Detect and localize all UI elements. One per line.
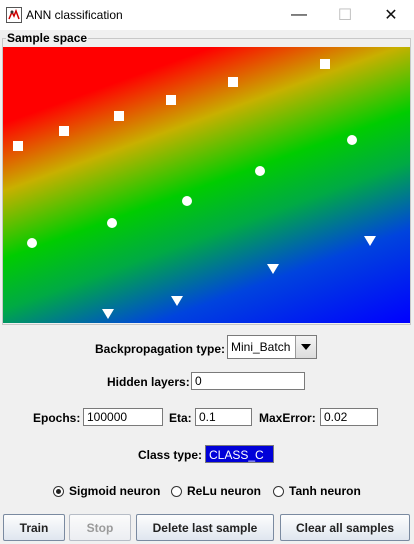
sample-square — [114, 111, 124, 121]
max-error-input[interactable]: 0.02 — [320, 408, 378, 426]
sample-triangle — [364, 236, 376, 246]
hidden-layers-input[interactable]: 0 — [191, 372, 305, 390]
sample-circle — [255, 166, 265, 176]
radio-relu[interactable]: ReLu neuron — [171, 484, 261, 498]
minimize-button[interactable]: — — [276, 0, 322, 30]
radio-sigmoid[interactable]: Sigmoid neuron — [53, 484, 160, 498]
radio-sigmoid-indicator[interactable] — [53, 485, 64, 497]
window-title: ANN classification — [26, 8, 123, 22]
train-button[interactable]: Train — [3, 514, 65, 541]
stop-button[interactable]: Stop — [69, 514, 131, 541]
sample-canvas[interactable] — [3, 47, 410, 323]
delete-last-sample-button[interactable]: Delete last sample — [136, 514, 274, 541]
sample-square — [228, 77, 238, 87]
radio-relu-indicator[interactable] — [171, 485, 182, 497]
sample-triangle — [102, 309, 114, 319]
eta-input[interactable]: 0.1 — [195, 408, 252, 426]
sample-square — [13, 141, 23, 151]
sample-circle — [27, 238, 37, 248]
sample-square — [320, 59, 330, 69]
minimize-icon: — — [291, 6, 307, 23]
class-type-field[interactable]: CLASS_C — [205, 445, 274, 463]
backprop-type-value: Mini_Batch — [231, 340, 291, 354]
maximize-button[interactable]: ☐ — [322, 0, 368, 30]
backprop-type-label: Backpropagation type: — [95, 342, 226, 356]
close-icon: ✕ — [384, 7, 398, 24]
chevron-down-icon[interactable] — [295, 336, 316, 358]
sample-circle — [347, 135, 357, 145]
sample-square — [166, 95, 176, 105]
sample-triangle — [171, 296, 183, 306]
sample-triangle — [267, 264, 279, 274]
sample-square — [59, 126, 69, 136]
app-icon — [6, 7, 22, 23]
sample-circle — [182, 196, 192, 206]
max-error-label: MaxError: — [259, 411, 316, 425]
radio-tanh[interactable]: Tanh neuron — [273, 484, 361, 498]
sample-circle — [107, 218, 117, 228]
hidden-layers-label: Hidden layers: — [107, 375, 190, 389]
class-type-label: Class type: — [138, 448, 203, 462]
close-button[interactable]: ✕ — [368, 0, 414, 30]
maximize-icon: ☐ — [337, 7, 353, 24]
radio-tanh-label: Tanh neuron — [289, 484, 361, 498]
epochs-input[interactable]: 100000 — [83, 408, 163, 426]
backprop-type-select[interactable]: Mini_Batch — [227, 335, 317, 359]
radio-tanh-indicator[interactable] — [273, 485, 284, 497]
radio-relu-label: ReLu neuron — [187, 484, 261, 498]
sample-space-title: Sample space — [6, 31, 89, 45]
clear-all-samples-button[interactable]: Clear all samples — [280, 514, 410, 541]
epochs-label: Epochs: — [33, 411, 81, 425]
eta-label: Eta: — [169, 411, 192, 425]
radio-sigmoid-label: Sigmoid neuron — [69, 484, 161, 498]
title-bar: ANN classification — ☐ ✕ — [0, 0, 414, 30]
